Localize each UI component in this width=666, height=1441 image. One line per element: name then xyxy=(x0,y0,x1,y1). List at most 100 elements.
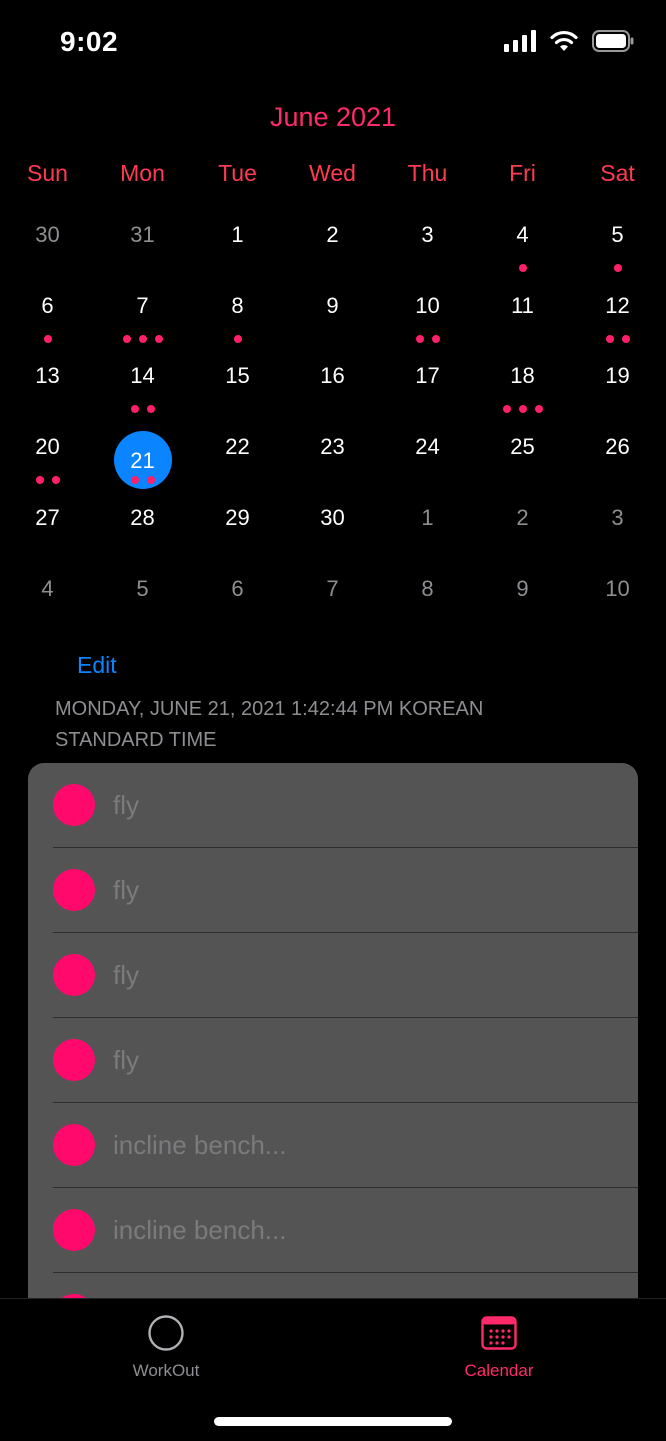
calendar-day[interactable]: 4 xyxy=(0,554,95,624)
edit-button[interactable]: Edit xyxy=(77,652,117,679)
calendar-day[interactable]: 7 xyxy=(95,271,190,343)
day-number: 17 xyxy=(415,363,440,389)
day-number: 10 xyxy=(605,575,630,601)
calendar-day[interactable]: 18 xyxy=(475,341,570,414)
calendar-day[interactable]: 3 xyxy=(380,200,475,270)
battery-icon xyxy=(592,30,634,52)
day-number: 2 xyxy=(516,504,529,530)
workout-row[interactable]: fly xyxy=(28,848,638,933)
workout-color-icon xyxy=(53,1039,95,1081)
day-number: 9 xyxy=(326,292,339,318)
calendar-day[interactable]: 12 xyxy=(570,271,665,343)
calendar-day[interactable]: 1 xyxy=(190,200,285,270)
calendar-day[interactable]: 26 xyxy=(570,412,665,482)
wifi-icon xyxy=(550,30,578,51)
day-number: 23 xyxy=(320,434,345,460)
day-number: 1 xyxy=(231,222,244,247)
weekday-label: Tue xyxy=(218,160,257,186)
weekday-label: Sun xyxy=(27,160,68,186)
day-number: 5 xyxy=(136,575,149,601)
calendar-day[interactable]: 6 xyxy=(190,554,285,624)
calendar-day[interactable]: 5 xyxy=(570,200,665,272)
calendar-day[interactable]: 24 xyxy=(380,412,475,482)
home-indicator[interactable] xyxy=(214,1417,452,1426)
calendar-day[interactable]: 29 xyxy=(190,483,285,553)
calendar-day[interactable]: 31 xyxy=(95,200,190,270)
month-title: June 2021 xyxy=(269,102,397,132)
tab-workout-label: WorkOut xyxy=(132,1361,200,1380)
circle-icon xyxy=(148,1315,184,1351)
calendar-day[interactable]: 6 xyxy=(0,271,95,343)
day-number: 6 xyxy=(41,292,54,318)
calendar-day[interactable]: 27 xyxy=(0,483,95,553)
day-number: 3 xyxy=(611,504,624,530)
weekday-label: Mon xyxy=(120,160,165,186)
calendar-day[interactable]: 28 xyxy=(95,483,190,553)
calendar-day[interactable]: 19 xyxy=(570,341,665,411)
day-number: 27 xyxy=(35,504,60,530)
tab-calendar[interactable]: Calendar xyxy=(409,1313,589,1393)
calendar-day[interactable]: 14 xyxy=(95,341,190,414)
day-number: 1 xyxy=(421,504,434,530)
workout-name: incline bench... xyxy=(113,1130,287,1160)
calendar-day[interactable]: 13 xyxy=(0,341,95,411)
calendar-day[interactable]: 30 xyxy=(285,483,380,553)
calendar-day[interactable]: 8 xyxy=(190,271,285,343)
selected-date-header: MONDAY, JUNE 21, 2021 1:42:44 PM KOREAN … xyxy=(55,698,484,751)
day-number: 4 xyxy=(41,575,54,601)
calendar-day[interactable]: 10 xyxy=(570,554,665,624)
day-number: 16 xyxy=(320,363,345,389)
day-number: 26 xyxy=(605,434,630,460)
workout-row[interactable]: incline bench... xyxy=(28,1188,638,1273)
day-number: 29 xyxy=(225,504,250,530)
calendar-day[interactable]: 23 xyxy=(285,412,380,482)
calendar-day[interactable]: 20 xyxy=(0,412,95,485)
tab-calendar-label: Calendar xyxy=(464,1361,534,1380)
calendar-day[interactable]: 3 xyxy=(570,483,665,553)
day-number: 8 xyxy=(421,575,434,601)
day-number: 7 xyxy=(326,575,339,601)
workout-name: incline bench... xyxy=(113,1215,287,1245)
day-number: 21 xyxy=(130,448,155,474)
workout-color-icon xyxy=(53,1124,95,1166)
calendar-day[interactable]: 2 xyxy=(285,200,380,270)
calendar-day[interactable]: 30 xyxy=(0,200,95,270)
workout-row[interactable]: incline bench... xyxy=(28,1103,638,1188)
calendar-day-selected[interactable]: 21 xyxy=(95,412,190,490)
workout-color-icon xyxy=(53,869,95,911)
workout-row[interactable]: fly xyxy=(28,1018,638,1103)
calendar-day[interactable]: 2 xyxy=(475,483,570,553)
calendar-day[interactable]: 7 xyxy=(285,554,380,624)
calendar-grid: 30 31 1 2 3 4 5 6 7 8 9 10 11 12 13 14 15 16 17 18 19 20 21 22 2… xyxy=(0,200,666,624)
calendar-day[interactable]: 9 xyxy=(475,554,570,624)
status-time: 9:02 xyxy=(60,26,119,57)
day-number: 11 xyxy=(511,292,534,318)
calendar-day[interactable]: 15 xyxy=(190,341,285,411)
workout-row[interactable]: fly xyxy=(28,763,638,848)
workout-color-icon xyxy=(53,954,95,996)
workout-name: fly xyxy=(113,960,139,990)
weekday-label: Fri xyxy=(509,160,536,186)
calendar-day[interactable]: 11 xyxy=(475,271,570,341)
workout-name: fly xyxy=(113,1045,139,1075)
weekday-header-row: Sun Mon Tue Wed Thu Fri Sat xyxy=(0,160,666,196)
day-number: 3 xyxy=(421,222,434,247)
tab-workout[interactable]: WorkOut xyxy=(76,1313,256,1393)
calendar-day[interactable]: 22 xyxy=(190,412,285,482)
day-number: 14 xyxy=(130,363,155,389)
calendar-day[interactable]: 5 xyxy=(95,554,190,624)
calendar-icon xyxy=(481,1316,517,1350)
calendar-day[interactable]: 17 xyxy=(380,341,475,411)
calendar-day[interactable]: 25 xyxy=(475,412,570,482)
workout-row[interactable]: fly xyxy=(28,933,638,1018)
calendar-day[interactable]: 16 xyxy=(285,341,380,411)
day-number: 6 xyxy=(231,575,244,601)
day-number: 25 xyxy=(510,434,535,460)
calendar-day[interactable]: 1 xyxy=(380,483,475,553)
calendar-day[interactable]: 4 xyxy=(475,200,570,272)
day-number: 10 xyxy=(415,292,440,318)
day-number: 8 xyxy=(231,292,244,318)
calendar-day[interactable]: 10 xyxy=(380,271,475,343)
calendar-day[interactable]: 9 xyxy=(285,271,380,341)
calendar-day[interactable]: 8 xyxy=(380,554,475,624)
